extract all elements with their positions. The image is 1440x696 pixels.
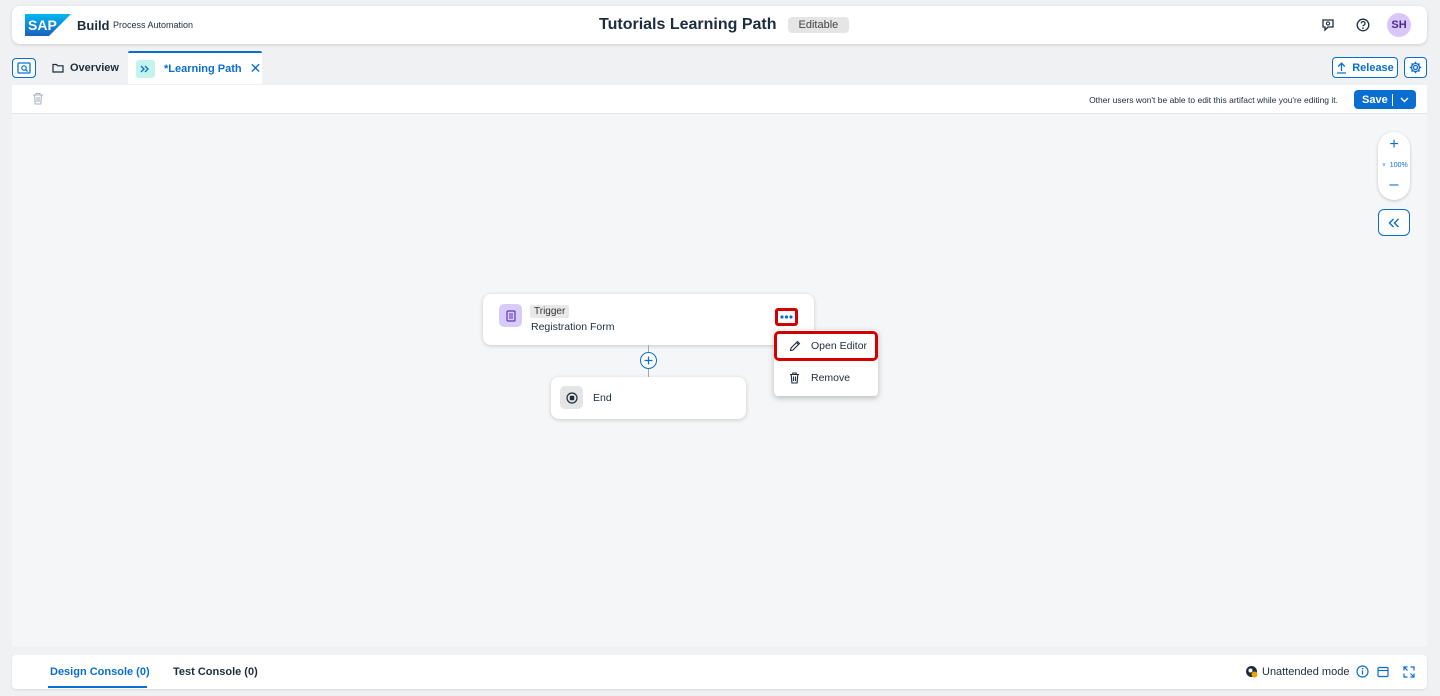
zoom-out-button[interactable]: – bbox=[1378, 176, 1410, 194]
tab-learning-path[interactable]: *Learning Path ✕ bbox=[128, 51, 262, 84]
zoom-control: + ˅ 100% – bbox=[1378, 132, 1410, 200]
more-options-button[interactable] bbox=[775, 308, 798, 326]
edit-lock-message: Other users won't be able to edit this a… bbox=[1089, 95, 1338, 105]
zoom-level-value: 100% bbox=[1389, 162, 1408, 169]
release-button[interactable]: Release bbox=[1332, 57, 1398, 78]
expand-icon bbox=[1403, 666, 1415, 678]
panel-icon bbox=[1377, 666, 1389, 678]
tab-design-console[interactable]: Design Console (0) bbox=[50, 666, 150, 678]
browse-artifacts-button[interactable] bbox=[12, 58, 36, 78]
product-name: Process Automation bbox=[113, 20, 194, 30]
trigger-type-label: Trigger bbox=[530, 305, 570, 318]
save-button[interactable]: Save bbox=[1354, 90, 1416, 109]
agent-icon bbox=[1246, 666, 1258, 678]
shell-bar: SAP Build Process Automation Tutorials L… bbox=[12, 6, 1427, 44]
chevron-down-icon bbox=[1400, 97, 1409, 102]
end-label: End bbox=[593, 392, 612, 404]
upload-icon bbox=[1337, 61, 1347, 74]
close-tab-icon[interactable]: ✕ bbox=[250, 60, 262, 77]
trash-icon bbox=[33, 92, 43, 105]
trigger-node[interactable]: Trigger Registration Form bbox=[483, 294, 814, 345]
expand-console-button[interactable] bbox=[1402, 665, 1416, 679]
node-context-menu: Open Editor Remove bbox=[774, 330, 878, 396]
unattended-mode-status: Unattended mode bbox=[1245, 665, 1370, 678]
sap-logo-text: SAP bbox=[28, 17, 57, 33]
stop-icon bbox=[560, 386, 583, 409]
tab-overview-label: Overview bbox=[70, 61, 119, 74]
end-node[interactable]: End bbox=[551, 377, 746, 419]
open-editor-label: Open Editor bbox=[811, 340, 868, 352]
title-area: Tutorials Learning Path Editable bbox=[599, 16, 850, 34]
double-chevron-left-icon bbox=[1388, 218, 1399, 227]
folder-icon bbox=[52, 63, 64, 73]
pencil-icon bbox=[789, 340, 803, 352]
menu-item-open-editor[interactable]: Open Editor bbox=[774, 331, 878, 361]
console-panel: Design Console (0) Test Console (0) Unat… bbox=[12, 655, 1427, 689]
tab-test-console[interactable]: Test Console (0) bbox=[173, 666, 258, 678]
collapse-panel-button[interactable] bbox=[1378, 209, 1410, 236]
chevron-down-icon: ˅ bbox=[1382, 163, 1386, 169]
settings-button[interactable] bbox=[1404, 57, 1427, 78]
trigger-name: Registration Form bbox=[531, 321, 615, 333]
save-options-dropdown[interactable] bbox=[1393, 97, 1416, 103]
zoom-in-button[interactable]: + bbox=[1378, 136, 1410, 154]
trash-icon bbox=[789, 372, 803, 384]
browse-icon bbox=[17, 62, 31, 74]
status-badge: Editable bbox=[787, 17, 850, 33]
remove-label: Remove bbox=[811, 372, 851, 384]
release-label: Release bbox=[1352, 61, 1394, 74]
editor-toolbar: Other users won't be able to edit this a… bbox=[12, 85, 1427, 114]
delete-button[interactable] bbox=[32, 92, 44, 110]
overflow-icon bbox=[780, 315, 793, 319]
feedback-button[interactable] bbox=[1318, 15, 1338, 35]
sap-logo[interactable]: SAP bbox=[25, 14, 71, 36]
gear-icon bbox=[1409, 61, 1422, 74]
help-icon bbox=[1356, 18, 1370, 32]
process-icon bbox=[136, 59, 155, 78]
tab-overview[interactable]: Overview bbox=[42, 51, 119, 84]
plus-icon bbox=[644, 356, 653, 365]
info-icon[interactable] bbox=[1356, 665, 1370, 678]
dock-panel-button[interactable] bbox=[1376, 665, 1390, 679]
form-icon bbox=[499, 304, 522, 327]
help-button[interactable] bbox=[1353, 15, 1373, 35]
unattended-mode-label: Unattended mode bbox=[1262, 665, 1350, 678]
save-label: Save bbox=[1362, 93, 1388, 106]
page-title: Tutorials Learning Path bbox=[599, 16, 777, 33]
menu-item-remove[interactable]: Remove bbox=[774, 363, 878, 393]
brand-name: Build bbox=[77, 18, 110, 33]
active-tab-indicator bbox=[48, 686, 147, 688]
process-canvas[interactable]: + ˅ 100% – Trigger Registration Form End… bbox=[12, 114, 1427, 646]
user-avatar[interactable]: SH bbox=[1387, 13, 1411, 37]
zoom-level-selector[interactable]: ˅ 100% bbox=[1380, 162, 1410, 169]
tab-bar: Overview *Learning Path ✕ Release bbox=[12, 51, 1427, 84]
tab-learning-path-label: *Learning Path bbox=[164, 62, 242, 75]
add-step-button[interactable] bbox=[640, 352, 657, 369]
feedback-icon bbox=[1322, 19, 1334, 32]
